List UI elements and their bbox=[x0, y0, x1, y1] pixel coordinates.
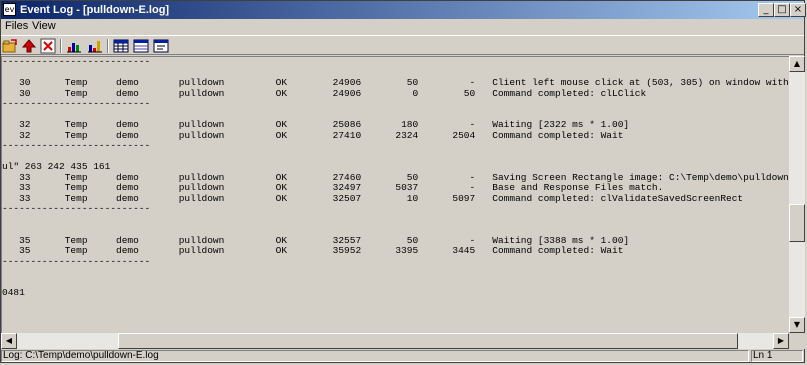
log-line: -------------------------- bbox=[2, 140, 151, 151]
properties-icon[interactable] bbox=[153, 38, 169, 54]
scroll-corner bbox=[789, 333, 805, 349]
bar-chart-alt-icon[interactable] bbox=[87, 38, 103, 54]
maximize-button[interactable]: □ bbox=[774, 3, 790, 17]
table-icon[interactable] bbox=[133, 38, 149, 54]
log-line: -------------------------- bbox=[2, 255, 151, 267]
toolbar-separator bbox=[107, 39, 109, 53]
status-line-number: Ln 1 bbox=[751, 350, 803, 362]
toolbar bbox=[1, 35, 804, 55]
menu-bar: Files View bbox=[1, 19, 804, 34]
close-red-icon[interactable] bbox=[40, 38, 56, 54]
menu-files[interactable]: Files bbox=[5, 20, 28, 33]
close-button[interactable]: × bbox=[790, 3, 806, 17]
minimize-button[interactable]: _ bbox=[758, 3, 774, 17]
bar-chart-icon[interactable] bbox=[66, 38, 82, 54]
horizontal-scrollbar[interactable]: ◀ ▶ bbox=[1, 333, 789, 349]
window-title: Event Log - [pulldown-E.log] bbox=[20, 4, 170, 16]
status-bar: Log: C:\Temp\demo\pulldown-E.log Ln 1 bbox=[1, 349, 804, 363]
log-view[interactable]: -------------------------- 30 Temp demo … bbox=[1, 56, 791, 334]
horizontal-scroll-thumb[interactable] bbox=[118, 333, 738, 349]
log-line: -------------------------- bbox=[2, 203, 151, 214]
scroll-left-icon[interactable]: ◀ bbox=[1, 333, 17, 349]
log-line: 35 Temp demo pulldown OK 35952 3395 3445… bbox=[2, 245, 624, 256]
open-folder-icon[interactable] bbox=[2, 38, 18, 54]
log-line: 30 Temp demo pulldown OK 24906 50 - Clie… bbox=[2, 77, 791, 88]
toolbar-separator bbox=[60, 39, 62, 53]
vertical-scroll-thumb[interactable] bbox=[789, 204, 805, 242]
app-icon[interactable]: ev bbox=[3, 3, 16, 16]
status-log-path: Log: C:\Temp\demo\pulldown-E.log bbox=[1, 350, 749, 362]
scroll-down-icon[interactable]: ▼ bbox=[789, 317, 805, 333]
log-line: 33 Temp demo pulldown OK 32497 5037 - Ba… bbox=[2, 182, 664, 193]
grid-icon[interactable] bbox=[113, 38, 129, 54]
event-log-window: ev Event Log - [pulldown-E.log] _ □ × Fi… bbox=[0, 0, 806, 363]
scroll-right-icon[interactable]: ▶ bbox=[773, 333, 789, 349]
title-bar[interactable]: ev Event Log - [pulldown-E.log] _ □ × bbox=[1, 1, 806, 19]
log-line: ul" 263 242 435 161 bbox=[2, 161, 111, 172]
log-line: 0481 bbox=[2, 287, 25, 298]
up-arrow-icon[interactable] bbox=[21, 38, 37, 54]
scroll-up-icon[interactable]: ▲ bbox=[789, 56, 805, 72]
log-line: 32 Temp demo pulldown OK 25086 180 - Wai… bbox=[2, 119, 630, 130]
log-line: -------------------------- bbox=[2, 56, 151, 67]
log-text: -------------------------- 30 Temp demo … bbox=[2, 56, 791, 299]
menu-view[interactable]: View bbox=[32, 20, 56, 33]
vertical-scrollbar[interactable]: ▲ ▼ bbox=[789, 56, 805, 333]
log-line: -------------------------- bbox=[2, 98, 151, 109]
